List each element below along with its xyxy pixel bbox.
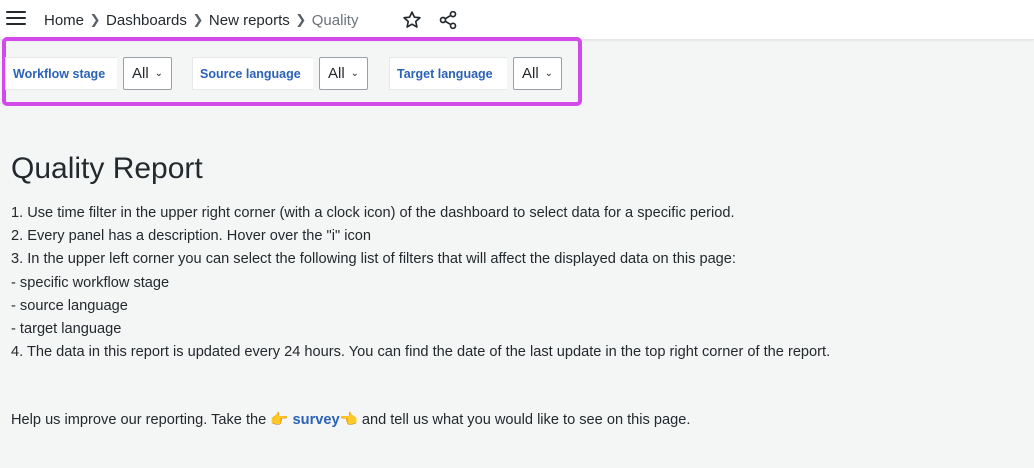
breadcrumb-current: Quality xyxy=(311,11,359,29)
share-icon[interactable] xyxy=(438,10,458,30)
select-value: All xyxy=(328,65,345,82)
help-prefix: Help us improve our reporting. Take the xyxy=(11,412,271,428)
filter-target-language: Target language All ⌄ xyxy=(389,57,563,90)
filter-source-language: Source language All ⌄ xyxy=(192,57,369,90)
target-language-select[interactable]: All ⌄ xyxy=(513,57,563,90)
chevron-down-icon: ⌄ xyxy=(154,68,164,79)
select-value: All xyxy=(132,65,149,82)
breadcrumb-dashboards[interactable]: Dashboards xyxy=(106,12,187,29)
filter-label: Workflow stage xyxy=(5,57,117,90)
pointing-right-icon: 👉 xyxy=(270,412,289,428)
filter-label: Source language xyxy=(192,57,313,90)
source-language-select[interactable]: All ⌄ xyxy=(319,57,369,90)
filter-workflow-stage: Workflow stage All ⌄ xyxy=(5,57,173,90)
instructions-text: 1. Use time filter in the upper right co… xyxy=(11,202,1021,364)
star-outline-icon[interactable] xyxy=(402,10,422,30)
page-title: Quality Report xyxy=(11,152,203,185)
chevron-right-icon: ❯ xyxy=(295,12,307,27)
hamburger-menu-icon[interactable] xyxy=(6,11,26,27)
breadcrumb: Home ❯ Dashboards ❯ New reports ❯ Qualit… xyxy=(44,0,358,40)
help-suffix: and tell us what you would like to see o… xyxy=(357,412,691,428)
instruction-line: 2. Every panel has a description. Hover … xyxy=(11,228,371,245)
instruction-line: 4. The data in this report is updated ev… xyxy=(11,344,831,361)
help-text: Help us improve our reporting. Take the … xyxy=(11,409,690,432)
instruction-line: - specific workflow stage xyxy=(11,274,170,291)
select-value: All xyxy=(522,65,539,82)
chevron-right-icon: ❯ xyxy=(192,12,204,27)
workflow-stage-select[interactable]: All ⌄ xyxy=(123,57,173,90)
breadcrumb-new-reports[interactable]: New reports xyxy=(209,12,290,29)
chevron-down-icon: ⌄ xyxy=(350,68,360,79)
chevron-right-icon: ❯ xyxy=(89,12,101,27)
instruction-line: - target language xyxy=(11,321,122,338)
instruction-line: 3. In the upper left corner you can sele… xyxy=(11,251,736,268)
instruction-line: 1. Use time filter in the upper right co… xyxy=(11,205,735,221)
pointing-left-icon: 👈 xyxy=(339,412,358,428)
instruction-line: - source language xyxy=(11,297,128,314)
survey-link[interactable]: survey xyxy=(293,412,340,428)
top-bar: Home ❯ Dashboards ❯ New reports ❯ Qualit… xyxy=(0,0,1034,40)
filter-label: Target language xyxy=(389,57,507,90)
breadcrumb-home[interactable]: Home xyxy=(44,12,84,29)
chevron-down-icon: ⌄ xyxy=(544,68,554,79)
